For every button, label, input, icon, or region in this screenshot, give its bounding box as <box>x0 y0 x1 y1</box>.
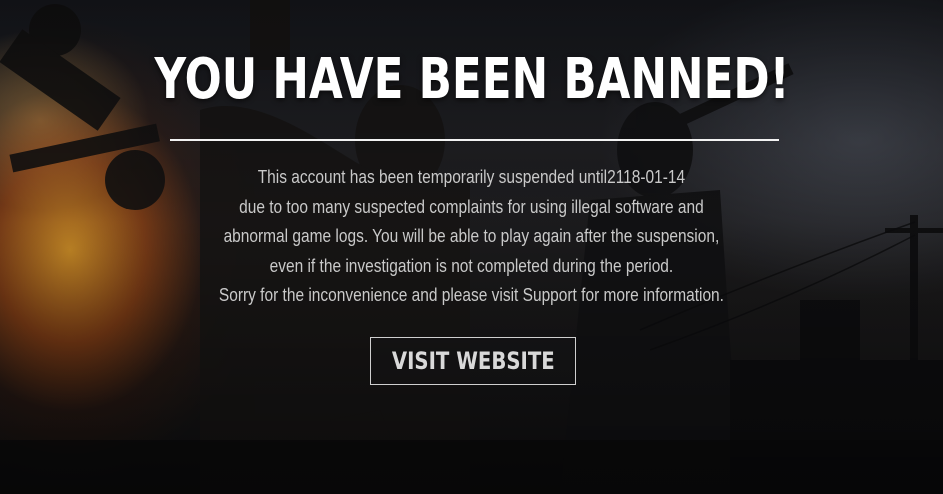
message-line: due to too many suspected complaints for… <box>239 196 704 217</box>
message-line: abnormal game logs. You will be able to … <box>223 226 720 246</box>
visit-website-button[interactable]: VISIT WEBSITE <box>370 337 576 385</box>
ban-screen: YOU HAVE BEEN BANNED! This account has b… <box>0 0 943 494</box>
ban-title: YOU HAVE BEEN BANNED! <box>154 47 790 112</box>
message-line: This account has been temporarily suspen… <box>257 167 686 187</box>
ban-dialog: YOU HAVE BEEN BANNED! This account has b… <box>0 0 943 494</box>
message-line: even if the investigation is not complet… <box>269 255 674 276</box>
visit-website-label: VISIT WEBSITE <box>391 347 555 375</box>
ban-message: This account has been temporarily suspen… <box>120 163 823 311</box>
message-line: Sorry for the inconvenience and please v… <box>218 285 724 305</box>
title-divider <box>170 139 779 141</box>
